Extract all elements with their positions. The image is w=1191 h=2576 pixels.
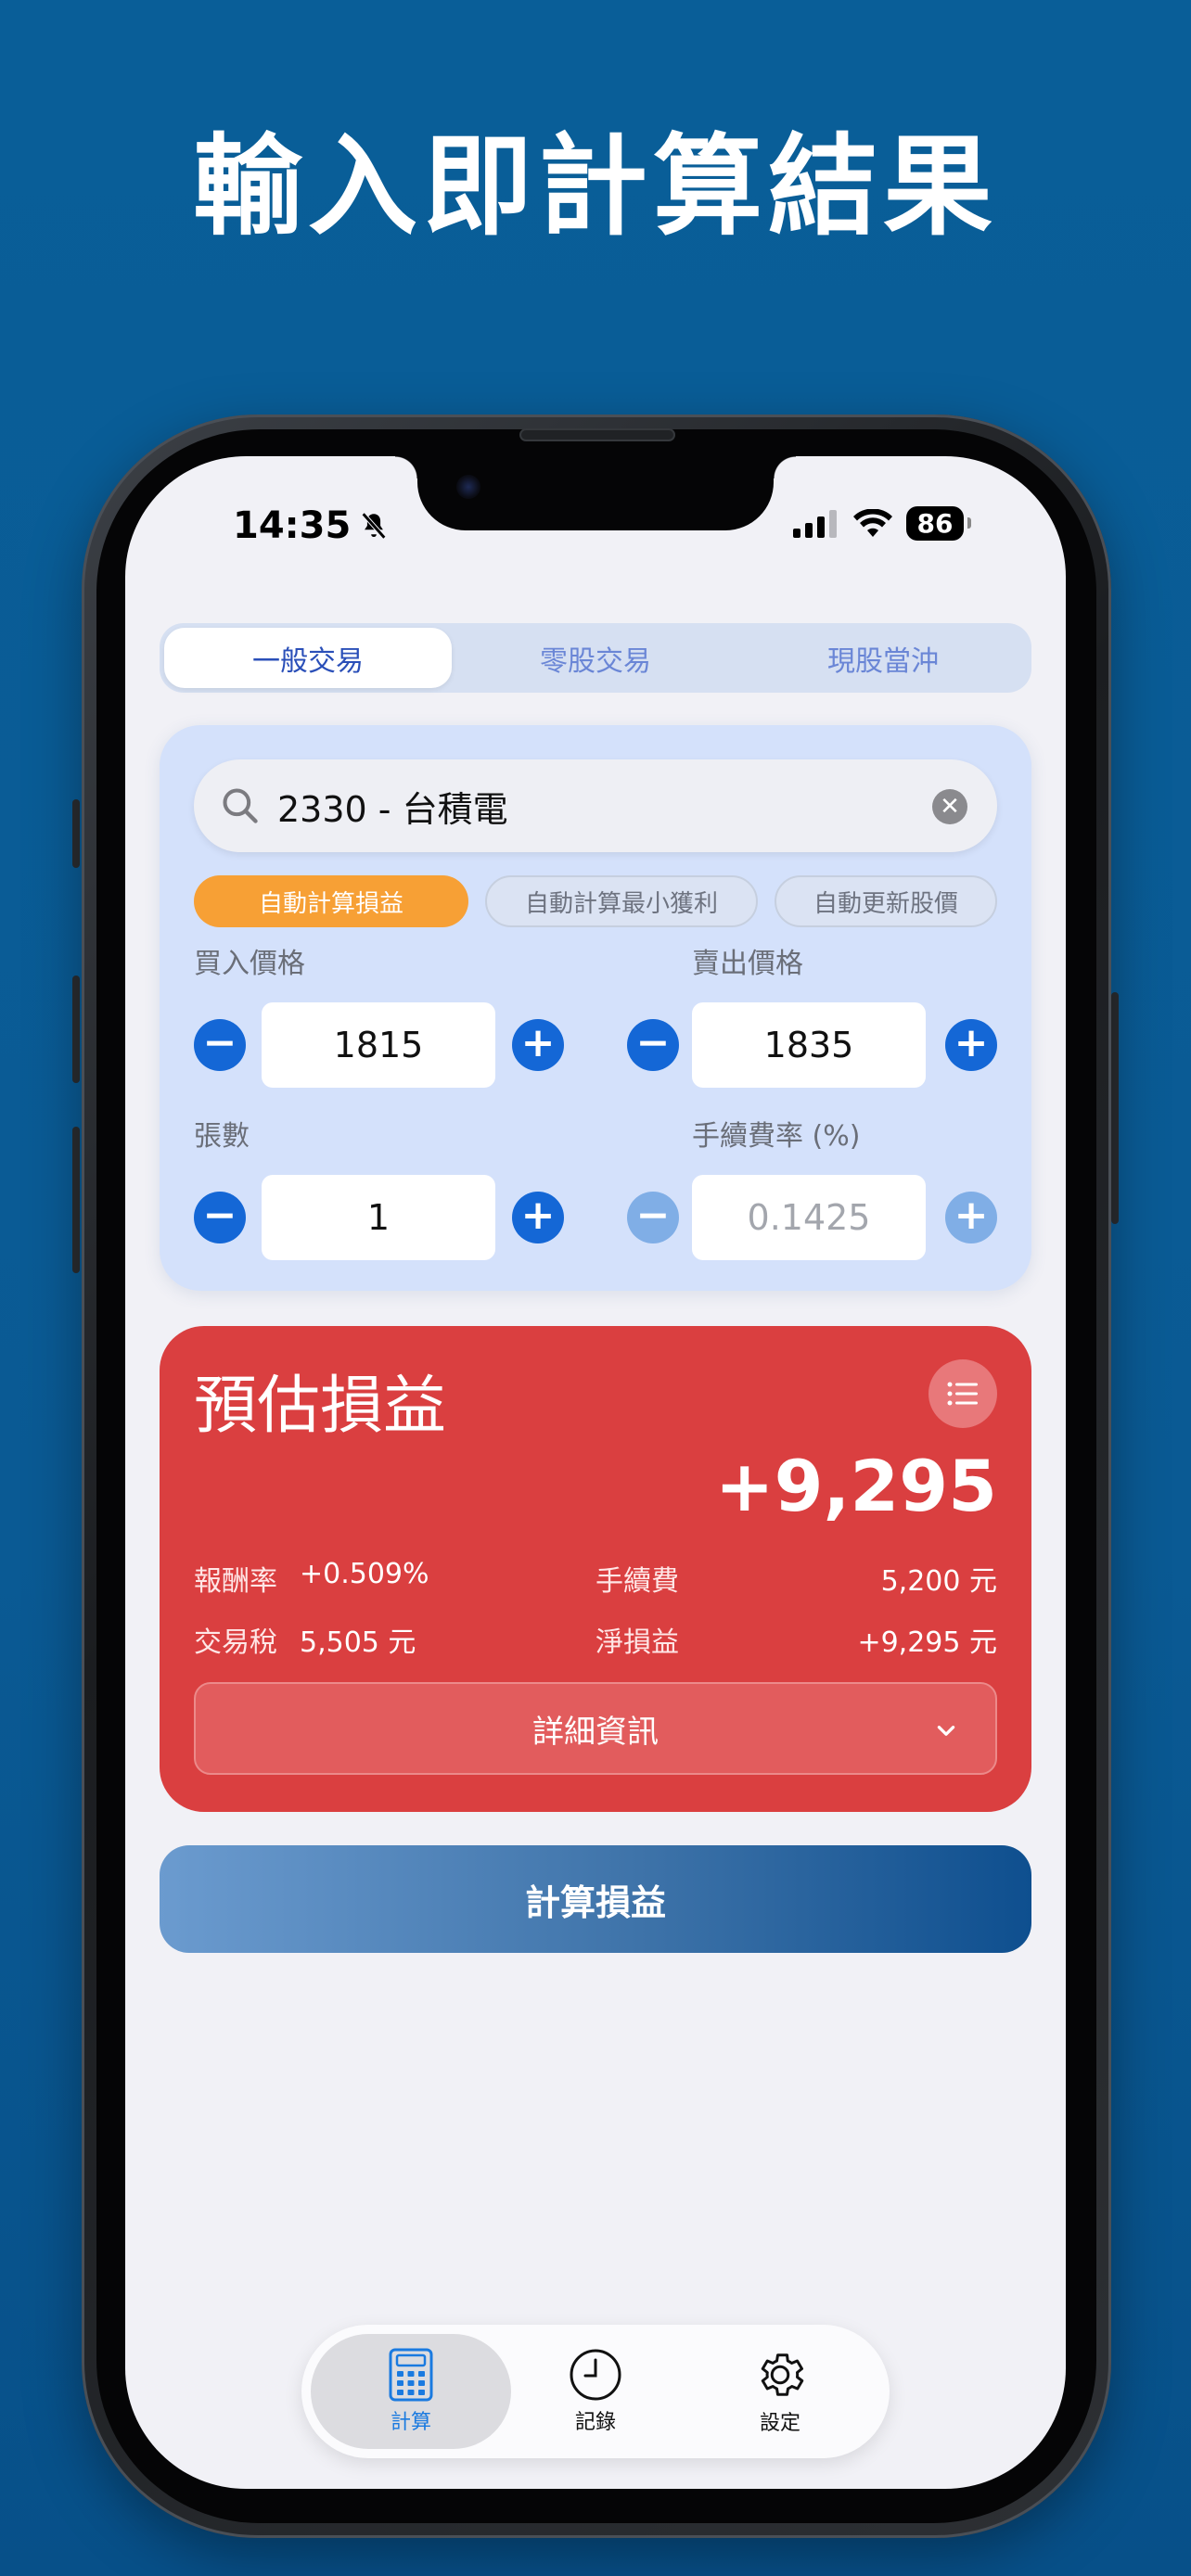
notch xyxy=(395,456,796,530)
fee-rate-field[interactable]: 0.1425 xyxy=(692,1175,926,1260)
buy-price-field[interactable]: 1815 xyxy=(262,1002,495,1088)
tab-history-label: 記錄 xyxy=(574,2411,616,2434)
shares-field[interactable]: 1 xyxy=(262,1175,495,1260)
phone-power-button xyxy=(1111,992,1119,1224)
stock-search-value: 2330 - 台積電 xyxy=(277,788,508,830)
fee-value: 5,200 元 xyxy=(880,1565,997,1598)
list-glyph xyxy=(947,1382,978,1406)
calculate-profit-button[interactable]: 計算損益 xyxy=(160,1845,1031,1953)
sell-price-increment-button[interactable]: + xyxy=(945,1019,997,1071)
shares-increment-button[interactable]: + xyxy=(512,1192,564,1243)
segment-odd-lot-trade[interactable]: 零股交易 xyxy=(452,628,739,688)
segment-regular-trade[interactable]: 一般交易 xyxy=(164,628,452,688)
search-icon xyxy=(223,788,258,823)
calculator-icon xyxy=(389,2348,433,2402)
status-indicators: 86 xyxy=(793,506,971,541)
tab-settings[interactable]: 設定 xyxy=(680,2334,880,2449)
trade-type-segmented-control: 一般交易 零股交易 現股當沖 xyxy=(160,623,1031,693)
details-label: 詳細資訊 xyxy=(532,1713,659,1751)
result-title: 預估損益 xyxy=(194,1370,447,1443)
tax-label: 交易稅 xyxy=(194,1626,277,1659)
stock-search-field[interactable]: 2330 - 台積電 ✕ xyxy=(194,759,997,852)
shares-decrement-button[interactable]: − xyxy=(194,1192,246,1243)
option-chips: 自動計算損益 自動計算最小獲利 自動更新股價 xyxy=(194,875,997,927)
sell-price-field[interactable]: 1835 xyxy=(692,1002,926,1088)
fee-rate-increment-button[interactable]: + xyxy=(945,1192,997,1243)
buy-price-label: 買入價格 xyxy=(194,948,305,980)
list-icon[interactable] xyxy=(928,1359,997,1428)
input-card: 2330 - 台積電 ✕ 自動計算損益 自動計算最小獲利 自動更新股價 買入價格… xyxy=(160,725,1031,1291)
net-profit-value: +9,295 元 xyxy=(857,1626,997,1659)
tab-settings-label: 設定 xyxy=(759,2412,800,2435)
fee-label: 手續費 xyxy=(596,1565,679,1598)
gear-icon xyxy=(761,2353,804,2396)
profit-amount: +9,295 xyxy=(714,1445,997,1527)
phone-volume-up xyxy=(72,976,80,1083)
phone-speaker xyxy=(519,428,675,441)
cellular-signal-icon xyxy=(793,509,837,538)
segment-day-trade[interactable]: 現股當沖 xyxy=(739,628,1027,688)
bottom-tab-bar: 計算 記錄 設定 xyxy=(301,2325,890,2458)
app-screen: 14:35 86 一般交易 零股交易 現股當沖 2330 - 台積電 ✕ 自動計… xyxy=(125,456,1066,2489)
wifi-icon xyxy=(853,508,892,537)
fee-rate-decrement-button[interactable]: − xyxy=(627,1192,679,1243)
chip-auto-calc-profit[interactable]: 自動計算損益 xyxy=(194,875,468,927)
sell-price-label: 賣出價格 xyxy=(692,948,803,980)
bell-muted-icon xyxy=(362,512,387,540)
details-toggle-button[interactable]: 詳細資訊 xyxy=(194,1682,997,1775)
headline: 輸入即計算結果 xyxy=(192,122,998,250)
buy-price-increment-button[interactable]: + xyxy=(512,1019,564,1071)
tab-history[interactable]: 記錄 xyxy=(495,2334,696,2449)
chip-auto-calc-min-profit[interactable]: 自動計算最小獲利 xyxy=(485,875,758,927)
camera xyxy=(456,475,480,499)
return-rate-value: +0.509% xyxy=(300,1558,429,1590)
buy-price-decrement-button[interactable]: − xyxy=(194,1019,246,1071)
chevron-down-icon xyxy=(937,1726,955,1736)
net-profit-label: 淨損益 xyxy=(596,1626,679,1659)
estimated-profit-card: 預估損益 +9,295 報酬率 +0.509% 手續費 5,200 元 交易稅 … xyxy=(160,1326,1031,1812)
status-time-text: 14:35 xyxy=(233,504,352,547)
tax-value: 5,505 元 xyxy=(300,1626,416,1659)
tab-calculate-label: 計算 xyxy=(390,2411,431,2434)
clock-icon xyxy=(570,2349,621,2401)
return-rate-label: 報酬率 xyxy=(194,1565,277,1598)
shares-label: 張數 xyxy=(194,1120,250,1153)
phone-volume-down xyxy=(72,1127,80,1273)
fee-rate-label: 手續費率 (%) xyxy=(692,1120,861,1153)
phone-side-button xyxy=(72,799,80,868)
battery-indicator: 86 xyxy=(906,506,971,541)
sell-price-decrement-button[interactable]: − xyxy=(627,1019,679,1071)
chip-auto-update-price[interactable]: 自動更新股價 xyxy=(775,875,997,927)
clear-icon[interactable]: ✕ xyxy=(932,789,967,824)
status-time: 14:35 xyxy=(233,504,390,547)
tab-calculate[interactable]: 計算 xyxy=(311,2334,511,2449)
